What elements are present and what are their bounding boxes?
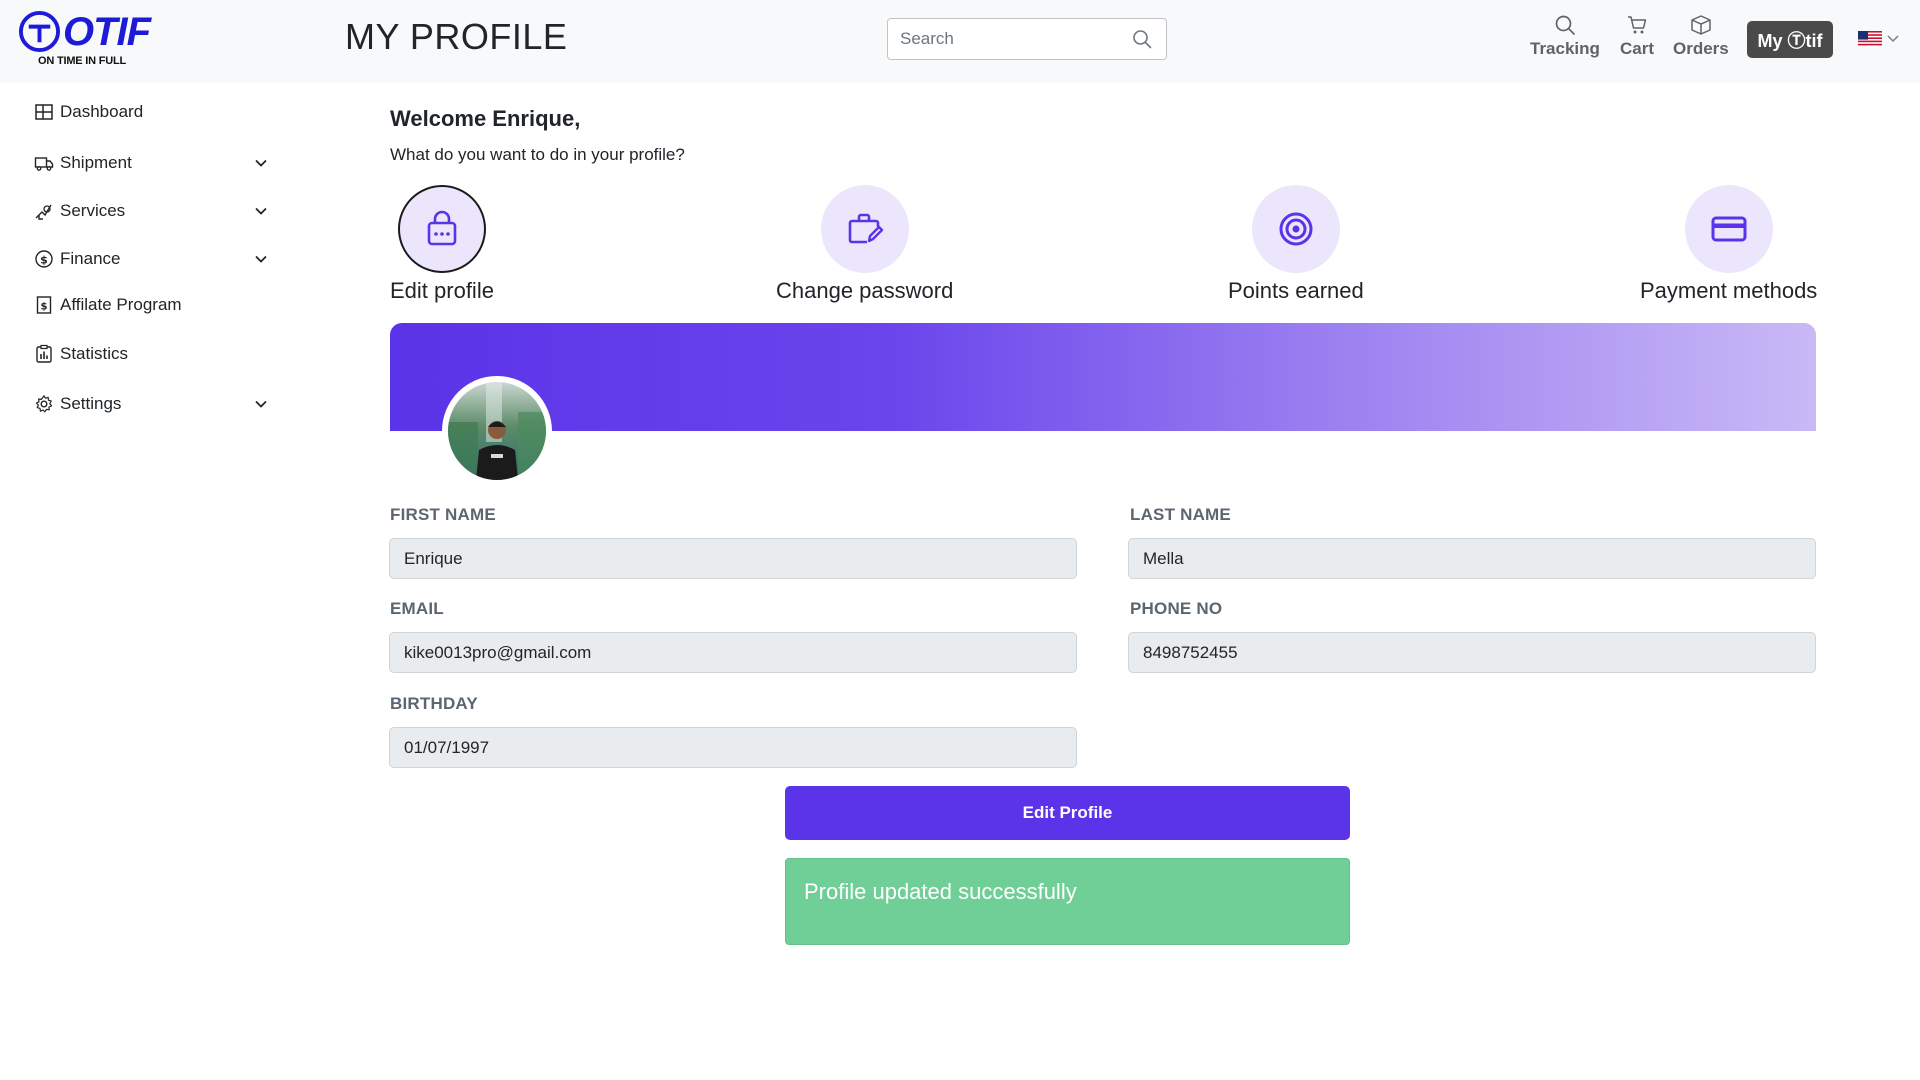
sidebar-item-services[interactable]: Services	[34, 196, 274, 226]
avatar-image	[448, 382, 546, 480]
chevron-down-icon[interactable]	[254, 204, 268, 218]
sidebar-item-label: Statistics	[60, 344, 129, 363]
action-circle	[1684, 185, 1773, 273]
avatar[interactable]	[442, 376, 552, 486]
last-name-field[interactable]: Mella	[1128, 538, 1816, 579]
sidebar-item-label: Services	[60, 201, 126, 220]
birthday-field[interactable]: 01/07/1997	[389, 727, 1077, 768]
svg-text:$: $	[40, 254, 48, 267]
sidebar-item-label: Finance	[60, 249, 121, 268]
action-edit-profile[interactable]: Edit profile	[390, 185, 494, 304]
lock-bag-icon	[427, 210, 457, 246]
search-input[interactable]	[900, 19, 1120, 59]
search-box	[887, 18, 1167, 60]
action-change-password[interactable]: Change password	[776, 185, 953, 304]
truck-icon	[34, 157, 54, 171]
statistics-icon	[36, 344, 52, 363]
target-icon	[1279, 212, 1313, 246]
chevron-down-icon[interactable]	[254, 156, 268, 170]
action-circle	[820, 185, 909, 273]
svg-text:$: $	[41, 302, 48, 313]
first-name-field[interactable]: Enrique	[389, 538, 1077, 579]
sidebar-item-statistics[interactable]: Statistics	[34, 339, 274, 369]
birthday-label: BIRTHDAY	[390, 694, 478, 713]
sidebar-item-finance[interactable]: $ Finance	[34, 244, 274, 274]
sidebar-item-dashboard[interactable]: Dashboard	[34, 97, 274, 127]
nav-cart-button[interactable]: Cart	[1620, 14, 1654, 59]
box-icon	[1691, 15, 1711, 35]
sidebar-item-shipment[interactable]: Shipment	[34, 148, 274, 178]
email-label: EMAIL	[390, 599, 444, 618]
top-navbar: OTIF ON TIME IN FULL MY PROFILE Tracking…	[0, 0, 1920, 83]
phone-field[interactable]: 8498752455	[1128, 632, 1816, 673]
first-name-label: FIRST NAME	[390, 505, 496, 524]
sidebar-item-label: Settings	[60, 394, 122, 413]
edit-profile-button[interactable]: Edit Profile	[785, 786, 1350, 840]
action-circle	[1251, 185, 1340, 273]
gear-icon	[35, 395, 53, 413]
dollar-icon: $	[35, 250, 53, 268]
my-otif-button[interactable]: My Ⓣtif	[1747, 21, 1833, 58]
search-icon[interactable]	[1132, 29, 1152, 49]
success-alert: Profile updated successfully	[785, 858, 1350, 945]
profile-banner	[390, 323, 1816, 431]
avatar-photo	[448, 382, 546, 480]
action-label: Edit profile	[390, 278, 494, 303]
sidebar-item-settings[interactable]: Settings	[34, 389, 274, 419]
nav-orders-button[interactable]: Orders	[1673, 14, 1729, 59]
chevron-down-icon[interactable]	[254, 252, 268, 266]
sidebar-item-label: Shipment	[60, 153, 132, 172]
us-flag-icon	[1858, 31, 1882, 47]
otif-logo-mark-icon	[18, 10, 61, 53]
phone-label: PHONE NO	[1130, 599, 1223, 618]
nav-cart-label: Cart	[1620, 39, 1655, 58]
sidebar-item-label: Affilate Program	[60, 295, 182, 314]
credit-card-icon	[1711, 216, 1747, 242]
last-name-label: LAST NAME	[1130, 505, 1231, 524]
page-title: MY PROFILE	[345, 16, 568, 57]
chevron-down-icon[interactable]	[254, 397, 268, 411]
language-selector[interactable]	[1858, 29, 1902, 49]
search-icon	[1555, 15, 1575, 35]
briefcase-pencil-icon	[848, 213, 883, 244]
action-circle	[397, 185, 486, 273]
nav-orders-label: Orders	[1673, 39, 1729, 58]
affiliate-icon: $	[36, 296, 52, 314]
cart-icon	[1628, 16, 1647, 34]
nav-tracking-label: Tracking	[1530, 39, 1600, 58]
logo-tagline: ON TIME IN FULL	[38, 55, 127, 67]
sidebar: Dashboard Shipment Services $ Finance $ …	[0, 83, 290, 1080]
nav-tracking-button[interactable]: Tracking	[1530, 14, 1600, 59]
action-payment-methods[interactable]: Payment methods	[1640, 185, 1817, 304]
welcome-subtitle: What do you want to do in your profile?	[390, 145, 685, 164]
services-icon	[35, 204, 52, 220]
action-label: Payment methods	[1640, 278, 1818, 303]
sidebar-item-affiliate-program[interactable]: $ Affilate Program	[34, 290, 274, 320]
logo-wordmark: OTIF	[63, 10, 151, 54]
sidebar-item-label: Dashboard	[60, 102, 144, 121]
action-label: Points earned	[1228, 278, 1364, 303]
chevron-down-icon	[1887, 35, 1899, 43]
otif-logo[interactable]: OTIF ON TIME IN FULL	[18, 8, 158, 70]
welcome-heading: Welcome Enrique,	[390, 106, 581, 131]
action-points-earned[interactable]: Points earned	[1228, 185, 1364, 304]
dashboard-icon	[35, 104, 53, 120]
email-field[interactable]: kike0013pro@gmail.com	[389, 632, 1077, 673]
action-label: Change password	[776, 278, 954, 303]
